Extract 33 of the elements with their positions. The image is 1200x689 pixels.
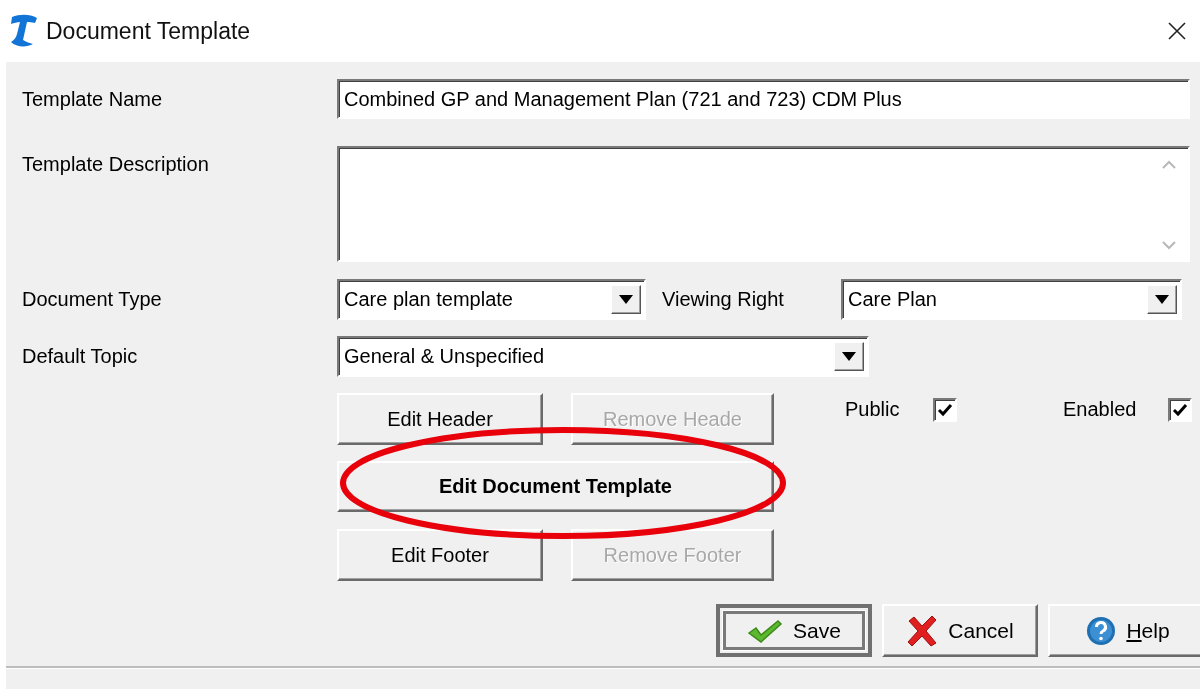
checkbox[interactable]: [933, 398, 957, 422]
checkbox-label: Enabled: [1063, 398, 1138, 421]
viewing-right-dropdown[interactable]: Care Plan: [841, 279, 1182, 320]
template-name-field[interactable]: Combined GP and Management Plan (721 and 723) CDM Plus: [337, 79, 1190, 119]
app-logo-icon: [8, 14, 38, 48]
checkbox-label: Public: [845, 398, 901, 421]
template-button[interactable]: Edit Header: [337, 393, 543, 445]
check-mark-icon: [1172, 403, 1188, 417]
checkbox[interactable]: [1168, 398, 1192, 422]
save-button[interactable]: Save: [716, 604, 872, 657]
field-label: Template Description: [22, 153, 210, 176]
field-label: Document Type: [22, 288, 163, 311]
check-mark-icon: [937, 403, 953, 417]
template-button[interactable]: Edit Footer: [337, 529, 543, 581]
description-field[interactable]: [337, 146, 1190, 262]
default-topic-dropdown[interactable]: General & Unspecified: [337, 336, 869, 377]
cancel-button[interactable]: Cancel: [882, 604, 1038, 657]
help-icon: [1086, 615, 1117, 646]
dropdown-arrow-icon: [1155, 295, 1169, 304]
field-label: Template Name: [22, 87, 164, 111]
cross-icon: [906, 614, 939, 647]
edit-template-button[interactable]: Edit Document Template: [337, 461, 774, 512]
field-label: Viewing Right: [662, 288, 785, 311]
scroll-down-icon: [1162, 241, 1176, 250]
document-type-dropdown[interactable]: Care plan template: [337, 279, 646, 320]
help-button[interactable]: Help: [1048, 604, 1200, 657]
check-icon: [747, 617, 784, 644]
scroll-up-icon: [1162, 160, 1176, 169]
window-title: Document Template: [46, 17, 251, 45]
dropdown-arrow-icon: [842, 352, 856, 361]
dropdown-arrow-icon: [619, 295, 633, 304]
close-icon[interactable]: [1168, 22, 1186, 40]
field-label: Default Topic: [22, 345, 139, 368]
